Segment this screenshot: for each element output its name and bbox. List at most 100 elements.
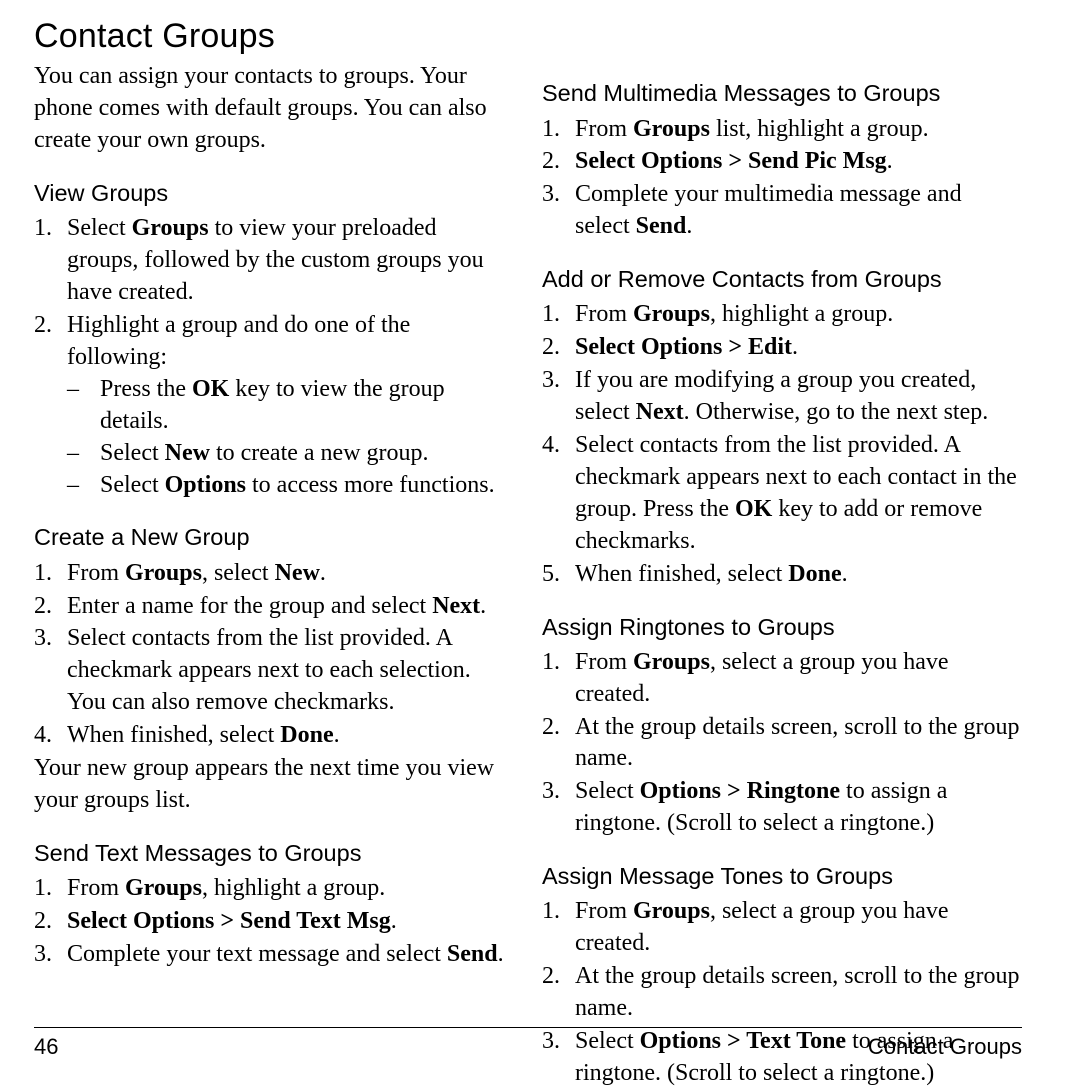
steps-create-new-group: 1. From Groups, select New. 2. Enter a n… bbox=[34, 558, 512, 752]
list-item: 1. Select Groups to view your preloaded … bbox=[34, 213, 512, 309]
section-heading-add-remove-contacts: Add or Remove Contacts from Groups bbox=[542, 266, 942, 293]
footer-section-title: Contact Groups bbox=[867, 1034, 1022, 1059]
step-text: Select Options > Send Text Msg. bbox=[67, 907, 397, 934]
step-number: 3. bbox=[542, 367, 560, 394]
step-text: Complete your multimedia message and sel… bbox=[575, 181, 962, 240]
list-item: 5. When finished, select Done. bbox=[542, 559, 1022, 591]
step-text: When finished, select Done. bbox=[575, 560, 848, 587]
step-number: 2. bbox=[34, 312, 52, 339]
step-number: 1. bbox=[34, 875, 52, 902]
list-item: 3. Complete your multimedia message and … bbox=[542, 179, 1022, 243]
step-number: 3. bbox=[542, 778, 560, 805]
dash-bullet: – bbox=[67, 471, 79, 498]
step-text: From Groups, select New. bbox=[67, 559, 326, 586]
step-text: Select Groups to view your preloaded gro… bbox=[67, 215, 484, 306]
steps-assign-message-tones: 1. From Groups, select a group you have … bbox=[542, 896, 1022, 1089]
step-number: 3. bbox=[34, 940, 52, 967]
step-number: 5. bbox=[542, 560, 560, 587]
step-number: 2. bbox=[542, 963, 560, 990]
substeps-view-groups: – Press the OK key to view the group det… bbox=[67, 374, 512, 502]
step-text: Select Options > Send Pic Msg. bbox=[575, 148, 893, 175]
section-heading-create-new-group: Create a New Group bbox=[34, 524, 250, 551]
step-text: From Groups, highlight a group. bbox=[67, 875, 386, 902]
substep-text: Select New to create a new group. bbox=[100, 439, 429, 466]
step-text: From Groups, highlight a group. bbox=[575, 301, 894, 328]
step-number: 3. bbox=[34, 625, 52, 652]
steps-assign-ringtones: 1. From Groups, select a group you have … bbox=[542, 647, 1022, 840]
list-item: 2. Select Options > Send Pic Msg. bbox=[542, 146, 1022, 178]
step-text: Enter a name for the group and select Ne… bbox=[67, 592, 487, 619]
step-number: 1. bbox=[34, 215, 52, 242]
section-heading-assign-message-tones: Assign Message Tones to Groups bbox=[542, 863, 893, 890]
closing-paragraph-create-new-group: Your new group appears the next time you… bbox=[34, 755, 495, 813]
section-heading-assign-ringtones: Assign Ringtones to Groups bbox=[542, 613, 835, 640]
steps-add-remove-contacts: 1. From Groups, highlight a group. 2. Se… bbox=[542, 299, 1022, 590]
step-text: Select contacts from the list provided. … bbox=[67, 625, 471, 716]
list-item: 1. From Groups, select a group you have … bbox=[542, 647, 1022, 711]
section-heading-view-groups: View Groups bbox=[34, 180, 169, 207]
step-number: 4. bbox=[34, 722, 52, 749]
steps-send-text-messages: 1. From Groups, highlight a group. 2. Se… bbox=[34, 873, 512, 971]
list-item: 2. Select Options > Edit. bbox=[542, 332, 1022, 364]
step-text: If you are modifying a group you created… bbox=[575, 367, 989, 426]
dash-bullet: – bbox=[67, 375, 79, 402]
substep-text: Press the OK key to view the group detai… bbox=[100, 375, 445, 434]
right-column: Send Multimedia Messages to Groups 1. Fr… bbox=[542, 61, 1022, 1086]
manual-page: Contact Groups You can assign your conta… bbox=[0, 0, 1080, 1086]
list-item: 2. At the group details screen, scroll t… bbox=[542, 961, 1022, 1025]
step-text: Select Options > Edit. bbox=[575, 334, 799, 361]
step-number: 1. bbox=[542, 898, 560, 925]
steps-send-multimedia-messages: 1. From Groups list, highlight a group. … bbox=[542, 114, 1022, 244]
step-text: Highlight a group and do one of the foll… bbox=[67, 312, 411, 370]
step-text: Select Options > Ringtone to assign a ri… bbox=[575, 778, 948, 837]
list-item: – Select Options to access more function… bbox=[67, 470, 512, 502]
intro-paragraph: You can assign your contacts to groups. … bbox=[34, 63, 487, 154]
step-number: 2. bbox=[542, 334, 560, 361]
step-text: At the group details screen, scroll to t… bbox=[575, 963, 1020, 1022]
step-number: 1. bbox=[34, 559, 52, 586]
list-item: 3. If you are modifying a group you crea… bbox=[542, 365, 1022, 429]
step-number: 2. bbox=[34, 592, 52, 619]
list-item: 1. From Groups, select New. bbox=[34, 558, 512, 590]
list-item: 4. Select contacts from the list provide… bbox=[542, 430, 1022, 558]
section-heading-send-text-messages: Send Text Messages to Groups bbox=[34, 839, 362, 866]
page-title: Contact Groups bbox=[34, 17, 275, 55]
list-item: 2. Enter a name for the group and select… bbox=[34, 591, 512, 623]
left-column: You can assign your contacts to groups. … bbox=[34, 61, 512, 1046]
step-text: From Groups, select a group you have cre… bbox=[575, 898, 949, 957]
step-text: At the group details screen, scroll to t… bbox=[575, 713, 1020, 772]
step-number: 3. bbox=[542, 181, 560, 208]
step-text: From Groups, select a group you have cre… bbox=[575, 648, 949, 707]
page-footer: 46 Contact Groups bbox=[34, 1027, 1022, 1060]
footer-page-number: 46 bbox=[34, 1034, 59, 1059]
section-heading-send-multimedia-messages: Send Multimedia Messages to Groups bbox=[542, 80, 941, 107]
list-item: – Select New to create a new group. bbox=[67, 438, 512, 470]
list-item: 2. Highlight a group and do one of the f… bbox=[34, 310, 512, 501]
step-text: Complete your text message and select Se… bbox=[67, 940, 504, 967]
step-number: 2. bbox=[34, 907, 52, 934]
list-item: 1. From Groups, select a group you have … bbox=[542, 896, 1022, 960]
two-column-body: You can assign your contacts to groups. … bbox=[34, 61, 1022, 1086]
list-item: 3. Select contacts from the list provide… bbox=[34, 623, 512, 719]
step-number: 1. bbox=[542, 301, 560, 328]
list-item: 4. When finished, select Done. bbox=[34, 720, 512, 752]
steps-view-groups: 1. Select Groups to view your preloaded … bbox=[34, 213, 512, 501]
step-number: 2. bbox=[542, 713, 560, 740]
list-item: 1. From Groups list, highlight a group. bbox=[542, 114, 1022, 146]
substep-text: Select Options to access more functions. bbox=[100, 471, 495, 498]
step-text: Select contacts from the list provided. … bbox=[575, 432, 1017, 554]
list-item: 2. At the group details screen, scroll t… bbox=[542, 712, 1022, 776]
step-number: 4. bbox=[542, 432, 560, 459]
list-item: 3. Select Options > Ringtone to assign a… bbox=[542, 776, 1022, 840]
step-text: From Groups list, highlight a group. bbox=[575, 115, 929, 142]
dash-bullet: – bbox=[67, 439, 79, 466]
list-item: – Press the OK key to view the group det… bbox=[67, 374, 512, 438]
list-item: 1. From Groups, highlight a group. bbox=[542, 299, 1022, 331]
list-item: 2. Select Options > Send Text Msg. bbox=[34, 906, 512, 938]
step-number: 1. bbox=[542, 648, 560, 675]
list-item: 3. Complete your text message and select… bbox=[34, 939, 512, 971]
step-number: 2. bbox=[542, 148, 560, 175]
list-item: 1. From Groups, highlight a group. bbox=[34, 873, 512, 905]
step-text: When finished, select Done. bbox=[67, 722, 340, 749]
step-number: 1. bbox=[542, 115, 560, 142]
